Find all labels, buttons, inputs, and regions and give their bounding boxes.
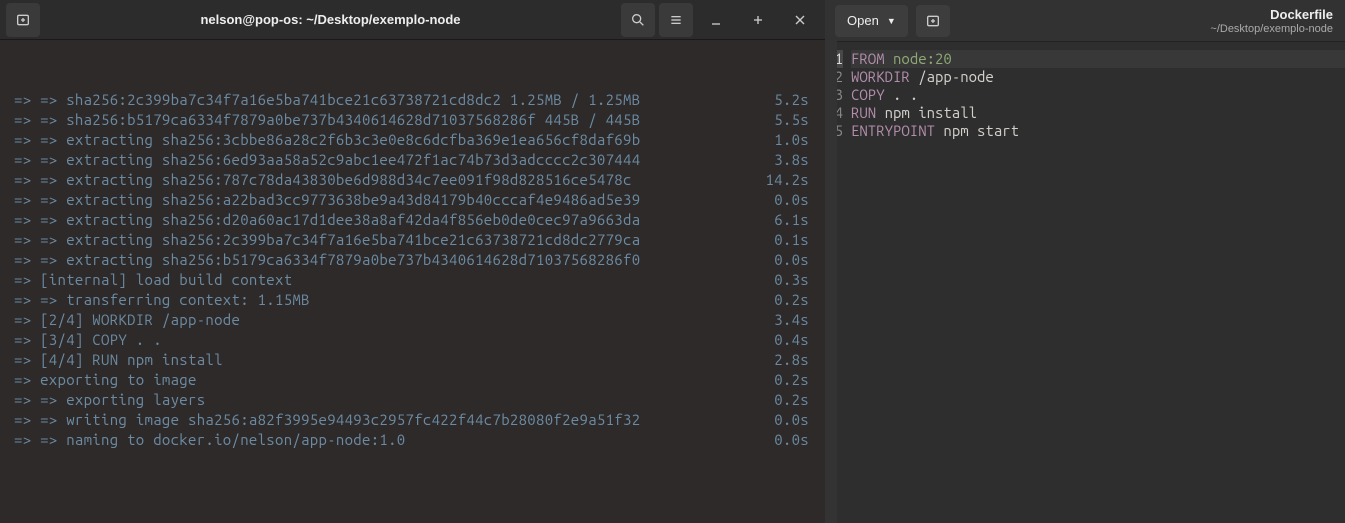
maximize-button[interactable]: [739, 3, 777, 37]
editor-line[interactable]: FROM node:20: [851, 50, 1345, 68]
minimize-icon: [708, 12, 724, 28]
terminal-line: => => writing image sha256:a82f3995e9449…: [14, 410, 809, 430]
terminal-line: => => transferring context: 1.15MB0.2s: [14, 290, 809, 310]
terminal-line: => => extracting sha256:3cbbe86a28c2f6b3…: [14, 130, 809, 150]
file-title: Dockerfile: [1210, 7, 1333, 22]
terminal-line: => => sha256:b5179ca6334f7879a0be737b434…: [14, 110, 809, 130]
close-icon: [792, 12, 808, 28]
terminal-line: => => extracting sha256:2c399ba7c34f7a16…: [14, 230, 809, 250]
editor-line[interactable]: RUN npm install: [851, 104, 1345, 122]
new-tab-button[interactable]: [6, 3, 40, 37]
terminal-line: => => extracting sha256:d20a60ac17d1dee3…: [14, 210, 809, 230]
search-icon: [630, 12, 646, 28]
editor-title-block: Dockerfile ~/Desktop/exemplo-node: [1210, 7, 1335, 35]
open-button[interactable]: Open ▼: [835, 5, 908, 37]
terminal-line: => => extracting sha256:787c78da43830be6…: [14, 170, 809, 190]
terminal-line: => => naming to docker.io/nelson/app-nod…: [14, 430, 809, 450]
terminal-line: => [4/4] RUN npm install2.8s: [14, 350, 809, 370]
minimize-button[interactable]: [697, 3, 735, 37]
editor-line[interactable]: WORKDIR /app-node: [851, 68, 1345, 86]
terminal-line: => => extracting sha256:b5179ca6334f7879…: [14, 250, 809, 270]
terminal-output[interactable]: => => sha256:2c399ba7c34f7a16e5ba741bce2…: [0, 40, 825, 523]
menu-button[interactable]: [659, 3, 693, 37]
terminal-line: => [3/4] COPY . .0.4s: [14, 330, 809, 350]
terminal-line: => => extracting sha256:6ed93aa58a52c9ab…: [14, 150, 809, 170]
new-tab-icon: [15, 12, 31, 28]
editor-line[interactable]: ENTRYPOINT npm start: [851, 122, 1345, 140]
editor-titlebar: Open ▼ Dockerfile ~/Desktop/exemplo-node: [825, 0, 1345, 42]
editor-content[interactable]: FROM node:20WORKDIR /app-nodeCOPY . .RUN…: [847, 42, 1345, 523]
maximize-icon: [750, 12, 766, 28]
new-tab-icon: [925, 13, 941, 29]
terminal-line: => => sha256:2c399ba7c34f7a16e5ba741bce2…: [14, 90, 809, 110]
terminal-line: => exporting to image0.2s: [14, 370, 809, 390]
new-document-button[interactable]: [916, 5, 950, 37]
hamburger-icon: [668, 12, 684, 28]
minimap-strip: [825, 40, 837, 523]
file-path: ~/Desktop/exemplo-node: [1210, 23, 1333, 35]
terminal-title: nelson@pop-os: ~/Desktop/exemplo-node: [40, 12, 621, 27]
editor-body[interactable]: 12345 FROM node:20WORKDIR /app-nodeCOPY …: [825, 42, 1345, 523]
terminal-line: => => exporting layers0.2s: [14, 390, 809, 410]
text-editor-window: Open ▼ Dockerfile ~/Desktop/exemplo-node…: [825, 0, 1345, 523]
open-button-label: Open: [847, 13, 879, 28]
chevron-down-icon: ▼: [887, 16, 896, 26]
terminal-line: => [2/4] WORKDIR /app-node3.4s: [14, 310, 809, 330]
terminal-window: nelson@pop-os: ~/Desktop/exemplo-node =>…: [0, 0, 825, 523]
terminal-line: => [internal] load build context0.3s: [14, 270, 809, 290]
editor-line[interactable]: COPY . .: [851, 86, 1345, 104]
terminal-titlebar: nelson@pop-os: ~/Desktop/exemplo-node: [0, 0, 825, 40]
close-button[interactable]: [781, 3, 819, 37]
search-button[interactable]: [621, 3, 655, 37]
terminal-line: => => extracting sha256:a22bad3cc9773638…: [14, 190, 809, 210]
